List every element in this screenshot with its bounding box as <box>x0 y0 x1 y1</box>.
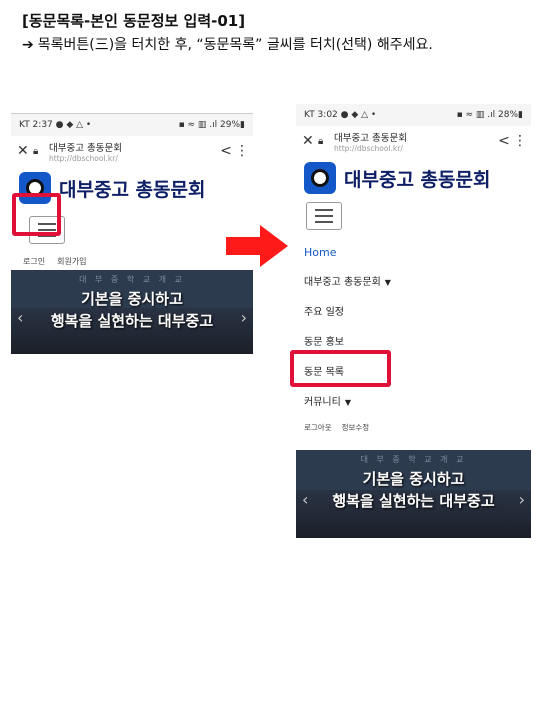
instruction-arrow-icon: ➔ <box>22 37 34 53</box>
banner-caption-line2: 행복을 실현하는 대부중고 <box>332 492 495 510</box>
status-bar: KT 2:37 ● ◆ △ • ▪ ≈ ▥ .ıl 29%▮ <box>11 114 253 136</box>
nav-menu: Home 대부중고 총동문회 ▼ 주요 일정 동문 홍보 동문 목록 커뮤니티 ▼ … <box>296 232 531 438</box>
share-icon[interactable]: < <box>217 143 235 159</box>
carrier-time: KT 2:37 <box>19 120 53 130</box>
chevron-down-icon: ▼ <box>384 278 391 287</box>
banner-next-icon[interactable]: › <box>241 308 247 327</box>
highlight-alumni-list <box>290 350 391 387</box>
site-header: 대부중고 총동문회 <box>296 156 531 200</box>
menu-item-community[interactable]: 커뮤니티 ▼ <box>304 388 523 418</box>
url-texts[interactable]: 대부중고 총동문회 http://dbschool.kr/ <box>334 130 495 153</box>
hero-banner: 대 부 중 학 교 개 교 기본을 중시하고 행복을 실현하는 대부중고 ‹ › <box>11 270 253 354</box>
hamburger-icon[interactable] <box>306 202 342 230</box>
site-name: 대부중고 총동문회 <box>59 178 206 201</box>
lock-icon: 🔒︎ <box>33 145 39 157</box>
page-title: [동문목록-본인 동문정보 입력-01] <box>22 12 246 30</box>
auth-links: 로그인 회원가입 <box>11 246 253 267</box>
highlight-hamburger <box>12 193 61 236</box>
login-link[interactable]: 로그인 <box>23 257 45 266</box>
banner-caption-line2: 행복을 실현하는 대부중고 <box>50 312 214 330</box>
signal-icons: ▪ ≈ ▥ .ıl <box>178 120 218 130</box>
status-icons: ● ◆ △ • <box>340 110 377 120</box>
close-icon[interactable]: ✕ <box>302 133 318 149</box>
close-icon[interactable]: ✕ <box>17 143 33 159</box>
menu-item-schedule[interactable]: 주요 일정 <box>304 298 523 328</box>
menu-item-intro[interactable]: 대부중고 총동문회 ▼ <box>304 268 523 298</box>
status-left: KT 2:37 ● ◆ △ • <box>19 120 91 130</box>
url-texts[interactable]: 대부중고 총동문회 http://dbschool.kr/ <box>49 140 217 163</box>
menu-button-row <box>296 200 531 232</box>
right-arrow-icon <box>226 225 288 267</box>
carrier-time: KT 3:02 <box>304 110 338 120</box>
school-logo[interactable] <box>304 162 336 194</box>
logout-link[interactable]: 로그아웃 <box>304 423 332 432</box>
banner-prev-icon[interactable]: ‹ <box>17 308 23 327</box>
more-icon[interactable]: ⋮ <box>235 143 249 159</box>
site-name: 대부중고 총동문회 <box>344 168 491 191</box>
edit-profile-link[interactable]: 정보수정 <box>342 423 370 432</box>
battery: 29%▮ <box>220 120 245 130</box>
share-icon[interactable]: < <box>495 133 513 149</box>
browser-url-bar: ✕ 🔒︎ 대부중고 총동문회 http://dbschool.kr/ < ⋮ <box>296 126 531 156</box>
logo-emblem <box>311 169 329 187</box>
lock-icon: 🔒︎ <box>318 135 324 147</box>
url-address: http://dbschool.kr/ <box>334 143 403 153</box>
banner-sign: 대 부 중 학 교 개 교 <box>79 275 185 284</box>
banner-prev-icon[interactable]: ‹ <box>302 490 308 509</box>
banner-caption-line1: 기본을 중시하고 <box>81 290 183 308</box>
menu-item-home[interactable]: Home <box>304 238 523 268</box>
instruction-text: 목록버튼(三)을 터치한 후, “동문목록” 글씨를 터치(선택) 해주세요. <box>37 37 433 53</box>
instruction: ➔ 목록버튼(三)을 터치한 후, “동문목록” 글씨를 터치(선택) 해주세요. <box>22 36 522 54</box>
signal-icons: ▪ ≈ ▥ .ıl <box>456 110 496 120</box>
phone-screenshot-after: KT 3:02 ● ◆ △ • ▪ ≈ ▥ .ıl 28%▮ ✕ 🔒︎ 대부중고… <box>296 104 531 538</box>
chevron-down-icon: ▼ <box>344 398 351 407</box>
url-address: http://dbschool.kr/ <box>49 153 118 163</box>
status-icons: ● ◆ △ • <box>55 120 92 130</box>
banner-sign: 대 부 중 학 교 개 교 <box>360 455 467 464</box>
battery: 28%▮ <box>498 110 523 120</box>
menu-item-intro-label: 대부중고 총동문회 <box>304 277 381 288</box>
banner-next-icon[interactable]: › <box>519 490 525 509</box>
browser-url-bar: ✕ 🔒︎ 대부중고 총동문회 http://dbschool.kr/ < ⋮ <box>11 136 253 166</box>
status-left: KT 3:02 ● ◆ △ • <box>304 110 376 120</box>
status-right: ▪ ≈ ▥ .ıl 29%▮ <box>179 120 245 130</box>
url-title: 대부중고 총동문회 <box>49 142 122 154</box>
account-links: 로그아웃 정보수정 <box>304 418 523 438</box>
signup-link[interactable]: 회원가입 <box>57 257 86 266</box>
more-icon[interactable]: ⋮ <box>513 133 527 149</box>
status-right: ▪ ≈ ▥ .ıl 28%▮ <box>457 110 523 120</box>
menu-item-community-label: 커뮤니티 <box>304 397 341 408</box>
status-bar: KT 3:02 ● ◆ △ • ▪ ≈ ▥ .ıl 28%▮ <box>296 104 531 126</box>
url-title: 대부중고 총동문회 <box>334 132 407 144</box>
banner-caption-line1: 기본을 중시하고 <box>362 470 465 488</box>
hero-banner: 대 부 중 학 교 개 교 기본을 중시하고 행복을 실현하는 대부중고 ‹ › <box>296 450 531 538</box>
